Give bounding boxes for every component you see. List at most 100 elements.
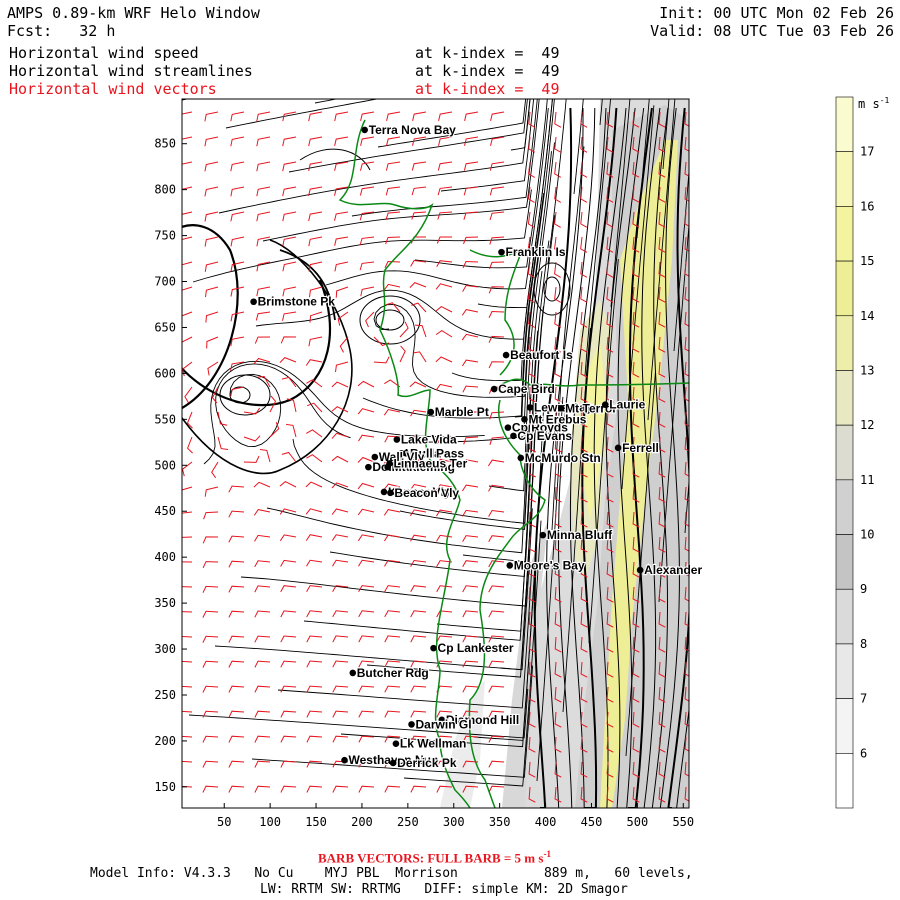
colorbar-label: 10 (860, 528, 874, 542)
station-label: Cp Evans (517, 429, 572, 443)
colorbar-segment (835, 643, 854, 699)
station-label: Beaufort Is (510, 348, 573, 362)
colorbar-label: 6 (860, 746, 867, 760)
station-label: McMurdo Stn (525, 451, 601, 465)
station-marker (250, 298, 257, 306)
station-marker (498, 248, 505, 256)
station-marker (490, 385, 498, 393)
station-label: Lake Vida (401, 433, 457, 447)
x-tick-label: 550 (672, 815, 694, 829)
barb-note-exponent: -1 (543, 849, 551, 859)
colorbar-label: 12 (860, 418, 874, 432)
colorbar-label: 15 (860, 254, 874, 268)
y-tick-label: 200 (154, 734, 176, 748)
x-tick-label: 250 (397, 815, 419, 829)
station-label: Lk Wellman (400, 737, 466, 751)
station-marker (392, 740, 400, 747)
station-marker (389, 759, 397, 767)
y-tick-label: 150 (154, 780, 176, 794)
station-label: Brimstone Pk (258, 295, 336, 309)
station-marker (341, 756, 348, 764)
x-tick-label: 350 (489, 815, 511, 829)
station-label: Cp Lankester (438, 641, 514, 655)
station-marker (601, 401, 609, 408)
y-tick-label: 550 (154, 412, 176, 426)
station-label: Linnaeus Ter (393, 456, 467, 470)
station-marker (506, 562, 514, 569)
station-label: Cape Bird (498, 382, 555, 396)
x-tick-label: 400 (535, 815, 557, 829)
colorbar: 17 16 15 14 13 12 11 10 9 8 7 6 (835, 96, 874, 809)
station-marker (557, 405, 565, 412)
y-tick-label: 450 (154, 504, 176, 518)
station-marker (504, 424, 512, 431)
station-marker (539, 531, 547, 539)
colorbar-label: 14 (860, 309, 874, 323)
station-label: Beacon Vly (394, 486, 459, 500)
barb-note-text: BARB VECTORS: FULL BARB = 5 m s (318, 850, 544, 866)
colorbar-unit-text: m s (858, 97, 880, 111)
y-tick-label: 650 (154, 320, 176, 334)
station-marker (526, 404, 534, 411)
colorbar-segment (835, 753, 854, 809)
station-label: Franklin Is (505, 245, 565, 259)
x-tick-label: 450 (581, 815, 603, 829)
station-marker (386, 460, 393, 467)
x-tick-label: 50 (217, 815, 231, 829)
colorbar-label: 9 (860, 582, 867, 596)
colorbar-unit: m s-1 (858, 96, 889, 111)
colorbar-segment (835, 151, 854, 207)
station-marker (502, 351, 510, 359)
colorbar-segment (835, 588, 854, 645)
colorbar-label: 11 (860, 473, 874, 487)
physics-info: LW: RRTM SW: RRTMG DIFF: simple KM: 2D S… (260, 882, 628, 897)
station-marker (361, 126, 369, 134)
colorbar-segment (835, 260, 854, 317)
station-marker (510, 432, 517, 440)
colorbar-segment (835, 698, 854, 754)
station-label: Marble Pt (435, 405, 489, 419)
station-label: Derrick Pk (397, 756, 457, 770)
station-marker (430, 644, 437, 652)
station-marker (349, 669, 357, 677)
y-tick-label: 350 (154, 596, 176, 610)
station-marker (380, 488, 388, 496)
station-label: Moore's Bay (514, 558, 585, 572)
colorbar-segment (835, 424, 854, 481)
x-tick-label: 300 (443, 815, 465, 829)
y-tick-label: 400 (154, 550, 176, 564)
x-tick-label: 500 (627, 815, 649, 829)
station-label: Terra Nova Bay (369, 123, 456, 137)
x-tick-label: 150 (305, 815, 327, 829)
station-marker (521, 416, 528, 423)
x-tick-label: 200 (351, 815, 373, 829)
y-tick-label: 800 (154, 183, 176, 197)
model-info: Model Info: V4.3.3 No Cu MYJ PBL Morriso… (90, 866, 693, 881)
y-tick-label: 750 (154, 229, 176, 243)
wind-map: Terra Nova Bay Franklin Is Brimstone Pk Bea… (154, 96, 874, 829)
colorbar-segment (835, 96, 854, 152)
colorbar-segment (835, 479, 854, 535)
y-tick-label: 700 (154, 275, 176, 289)
station-marker (636, 566, 644, 574)
x-tick-label: 100 (259, 815, 281, 829)
colorbar-label: 8 (860, 637, 867, 651)
station-marker (427, 408, 435, 416)
colorbar-label: 16 (860, 199, 874, 213)
y-tick-label: 500 (154, 458, 176, 472)
y-axis: 850 800 750 700 650 600 550 500 450 400 350 300 250 2… (154, 137, 187, 794)
station-label: Ferrell (622, 441, 659, 455)
barb-note: BARB VECTORS: FULL BARB = 5 m s-1 (318, 849, 551, 866)
colorbar-segment (835, 315, 854, 371)
y-tick-label: 850 (154, 137, 176, 151)
station-marker (365, 463, 372, 471)
station-label: Laurie (609, 398, 645, 412)
station-marker (387, 489, 394, 497)
y-tick-label: 600 (154, 366, 176, 380)
station-label: Butcher Rdg (357, 666, 429, 680)
colorbar-segment (835, 206, 854, 262)
colorbar-unit-exponent: -1 (879, 96, 890, 105)
y-tick-label: 300 (154, 642, 176, 656)
station-label: Mt Erebus (528, 412, 586, 426)
station-marker (614, 444, 622, 452)
